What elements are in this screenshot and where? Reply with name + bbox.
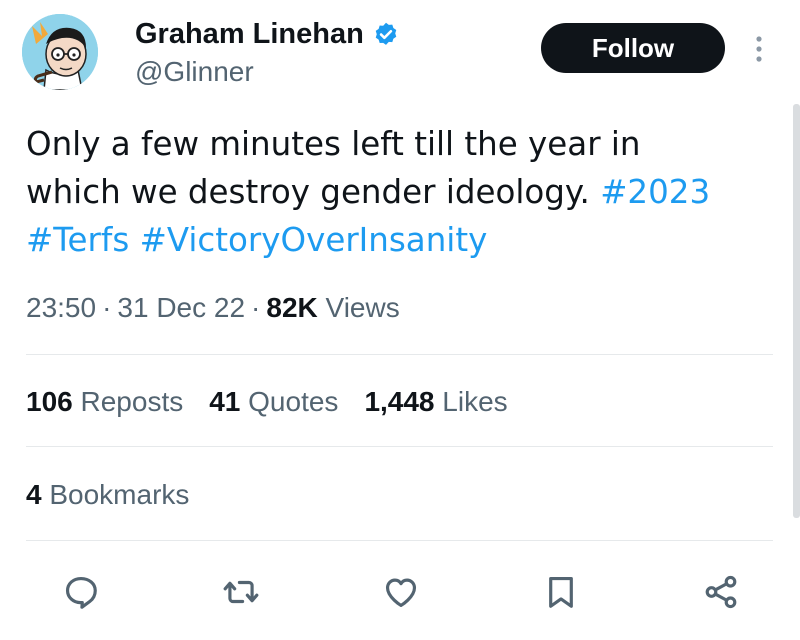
avatar[interactable] (22, 14, 98, 90)
tweet-meta: 23:50 · 31 Dec 22 · 82K Views (26, 292, 400, 324)
author-name-row[interactable]: Graham Linehan (135, 18, 400, 51)
reposts-count: 106 (26, 386, 73, 417)
author-display-name[interactable]: Graham Linehan (135, 18, 364, 51)
reposts-stat[interactable]: 106 Reposts (26, 386, 183, 417)
divider (26, 540, 773, 541)
bookmarks-count: 4 (26, 479, 42, 510)
quotes-label: Quotes (248, 386, 339, 417)
reply-icon (65, 576, 97, 609)
reply-button[interactable] (61, 572, 101, 612)
tweet-text: Only a few minutes left till the year in… (26, 120, 766, 264)
verified-badge-icon (372, 21, 400, 49)
tweet-line-3: #Terfs #VictoryOverInsanity (26, 216, 766, 264)
tweet-line-1: Only a few minutes left till the year in (26, 125, 641, 163)
bookmark-icon (549, 576, 573, 608)
bookmarks-label: Bookmarks (49, 479, 190, 510)
engagement-stats: 106 Reposts 41 Quotes 1,448 Likes (26, 386, 508, 418)
tweet-date[interactable]: 31 Dec 22 (117, 292, 245, 323)
quotes-stat[interactable]: 41 Quotes (209, 386, 338, 417)
bookmark-button[interactable] (541, 572, 581, 612)
quotes-count: 41 (209, 386, 241, 417)
tweet-line-2: which we destroy gender ideology. #2023 (26, 168, 766, 216)
tweet-time[interactable]: 23:50 (26, 292, 96, 323)
divider (26, 354, 773, 355)
like-button[interactable] (381, 572, 421, 612)
share-button[interactable] (701, 572, 741, 612)
views-label: Views (325, 292, 400, 323)
author-handle[interactable]: @Glinner (135, 56, 254, 88)
hashtag-terfs-link[interactable]: #Terfs (26, 221, 129, 259)
reposts-label: Reposts (80, 386, 184, 417)
repost-icon (223, 580, 259, 604)
separator-dot: · (251, 292, 261, 323)
more-options-icon[interactable] (752, 34, 766, 64)
hashtag-2023-link[interactable]: #2023 (600, 173, 710, 211)
hashtag-victory-link[interactable]: #VictoryOverInsanity (140, 221, 488, 259)
tweet-line-2-text: which we destroy gender ideology. (26, 173, 601, 211)
share-icon (705, 575, 737, 609)
follow-button[interactable]: Follow (541, 23, 725, 73)
divider (26, 446, 773, 447)
repost-button[interactable] (221, 572, 261, 612)
like-icon (385, 578, 417, 608)
likes-stat[interactable]: 1,448 Likes (364, 386, 507, 417)
likes-count: 1,448 (364, 386, 435, 417)
scrollbar[interactable] (793, 104, 800, 518)
cartoon-portrait-icon (22, 14, 98, 90)
likes-label: Likes (442, 386, 508, 417)
separator-dot: · (102, 292, 112, 323)
bookmarks-stat[interactable]: 4 Bookmarks (26, 479, 189, 511)
views-count: 82K (266, 292, 318, 323)
